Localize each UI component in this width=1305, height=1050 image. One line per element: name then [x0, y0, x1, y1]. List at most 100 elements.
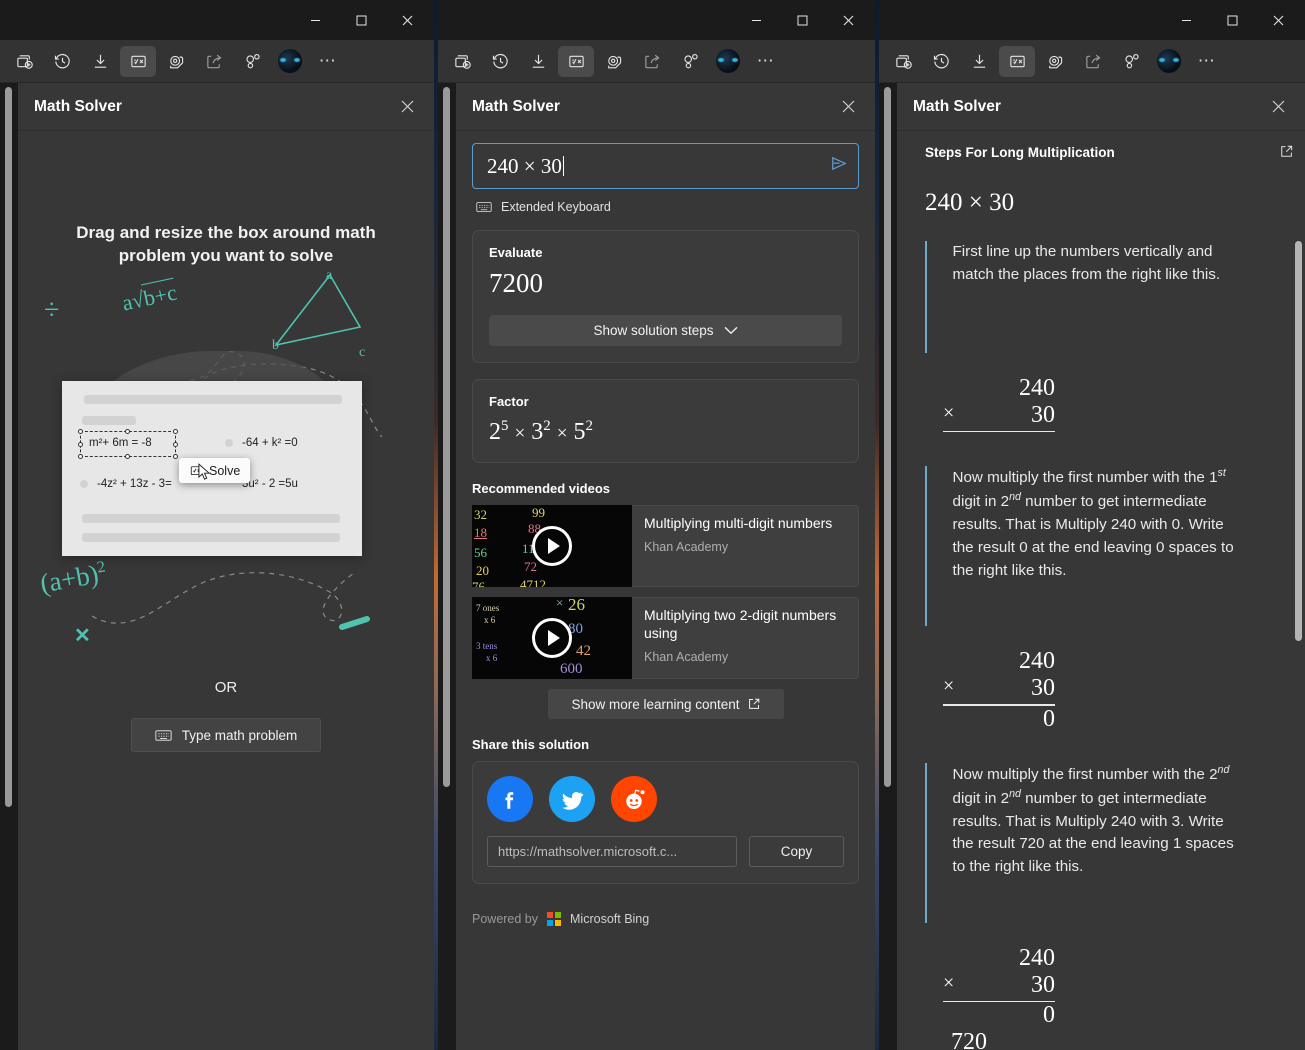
work-row-operand: × 30: [943, 402, 1055, 428]
pane-body-2: 240 × 30 Extended Keyboard Evaluate 7200…: [456, 131, 875, 1050]
sidebar-scrollbar-track-1[interactable]: [0, 83, 18, 1050]
share-heading: Share this solution: [472, 737, 590, 752]
math-solver-icon[interactable]: [999, 45, 1035, 77]
video-thumbnail[interactable]: 32 18 56 20 76 99 88 11 72 4712: [472, 505, 632, 587]
collections-icon[interactable]: [6, 46, 42, 77]
minimize-button-2[interactable]: [733, 3, 779, 37]
minimize-button-1[interactable]: [292, 3, 338, 37]
copy-button[interactable]: Copy: [749, 836, 844, 867]
work-row-top: 240: [1019, 944, 1055, 971]
close-button-3[interactable]: [1255, 3, 1301, 37]
share-box: https://mathsolver.microsoft.c... Copy: [472, 761, 859, 884]
web-capture-icon[interactable]: [596, 46, 632, 77]
show-more-learning-content-button[interactable]: Show more learning content: [547, 689, 784, 719]
text-caret: [562, 155, 564, 176]
step-text: Now multiply the first number with the 2…: [952, 763, 1234, 876]
show-more-label: Show more learning content: [571, 696, 740, 712]
more-options-icon[interactable]: ⋯: [1189, 46, 1225, 77]
content-scrollbar-thumb[interactable]: [1295, 241, 1302, 641]
sidebar-scrollbar-thumb-3[interactable]: [884, 87, 891, 787]
extended-keyboard-button[interactable]: Extended Keyboard: [476, 200, 859, 214]
profile-avatar[interactable]: [272, 46, 308, 77]
work-row-partial: 0: [1043, 705, 1055, 732]
submit-arrow-icon[interactable]: [829, 154, 848, 178]
minimize-button-3[interactable]: [1163, 3, 1209, 37]
maximize-button-1[interactable]: [338, 3, 384, 37]
share-url-input[interactable]: https://mathsolver.microsoft.c...: [487, 836, 737, 867]
web-capture-icon[interactable]: [158, 46, 194, 77]
sidebar-scrollbar-track-2[interactable]: [438, 83, 456, 1050]
vertex-label-a: a: [326, 268, 333, 284]
more-options-icon[interactable]: ⋯: [748, 46, 784, 77]
share-icon[interactable]: [1075, 46, 1111, 77]
close-button-2[interactable]: [825, 3, 871, 37]
close-button-1[interactable]: [384, 3, 430, 37]
external-link-icon: [748, 698, 759, 709]
video-meta: Multiplying multi-digit numbers Khan Aca…: [632, 505, 859, 587]
extended-keyboard-label: Extended Keyboard: [501, 200, 611, 214]
sidebar-scrollbar-thumb-2[interactable]: [443, 87, 450, 787]
video-title: Multiplying two 2-digit numbers using: [644, 607, 837, 641]
downloads-icon[interactable]: [82, 46, 118, 77]
keyboard-icon: [476, 202, 492, 212]
work-row-top: 240: [1019, 648, 1055, 675]
share-icon[interactable]: [196, 46, 232, 77]
play-icon[interactable]: [532, 526, 572, 566]
close-pane-icon-2[interactable]: [835, 94, 861, 120]
browser-essentials-icon[interactable]: [1113, 46, 1149, 77]
history-icon[interactable]: [482, 46, 518, 77]
close-pane-icon-3[interactable]: [1265, 94, 1291, 120]
chevron-down-icon: [724, 326, 738, 335]
type-math-problem-button[interactable]: Type math problem: [131, 718, 321, 753]
facebook-icon[interactable]: [487, 776, 533, 822]
twitter-icon[interactable]: [549, 776, 595, 822]
factor-term: 25: [489, 418, 509, 445]
show-solution-steps-button[interactable]: Show solution steps: [489, 315, 842, 346]
collections-icon[interactable]: [444, 46, 480, 77]
doc-equation: -64 + k² =0: [242, 437, 298, 450]
pane-body-1: Drag and resize the box around math prob…: [18, 131, 434, 1050]
profile-avatar[interactable]: [710, 46, 746, 77]
reddit-icon[interactable]: [611, 776, 657, 822]
browser-toolbar-2: ⋯: [438, 40, 875, 83]
maximize-button-2[interactable]: [779, 3, 825, 37]
maximize-button-3[interactable]: [1209, 3, 1255, 37]
factor-term: 32: [531, 418, 551, 445]
video-item[interactable]: 7 ones x 6 3 tens x 6 × 26 80 42 600 Mul…: [472, 597, 859, 679]
solve-tooltip[interactable]: Solve: [179, 458, 251, 484]
video-item[interactable]: 32 18 56 20 76 99 88 11 72 4712 Multiply…: [472, 505, 859, 587]
history-icon[interactable]: [44, 46, 80, 77]
sidebar-scrollbar-track-3[interactable]: [879, 83, 897, 1050]
type-math-problem-label: Type math problem: [181, 727, 298, 743]
browser-toolbar-1: ⋯: [0, 40, 434, 83]
math-solver-icon[interactable]: [558, 45, 594, 77]
more-options-icon[interactable]: ⋯: [310, 46, 346, 77]
document-preview-card: m²+ 6m = -8 -64 + k² =0 -4z² + 13z - 3= …: [62, 381, 362, 557]
pane-body-3: Steps For Long Multiplication 240 × 30 F…: [897, 131, 1305, 1050]
video-thumbnail[interactable]: 7 ones x 6 3 tens x 6 × 26 80 42 600: [472, 597, 632, 679]
close-pane-icon-1[interactable]: [394, 94, 420, 120]
drag-hint-text: Drag and resize the box around math prob…: [76, 223, 376, 266]
share-icon[interactable]: [634, 46, 670, 77]
multiply-operator: ×: [943, 402, 955, 424]
open-in-new-icon[interactable]: [1280, 145, 1293, 163]
play-icon[interactable]: [532, 618, 572, 658]
step-rule: [925, 762, 927, 923]
history-icon[interactable]: [923, 46, 959, 77]
downloads-icon[interactable]: [520, 46, 556, 77]
collections-icon[interactable]: [885, 46, 921, 77]
divide-doodle: ÷: [44, 295, 60, 327]
profile-avatar[interactable]: [1151, 46, 1187, 77]
window-titlebar-3: [879, 0, 1305, 40]
math-solver-icon[interactable]: [120, 45, 156, 77]
math-illustration: ÷ a√b+c a b c m²+ 6m = -8 -64 + k² =0 -4…: [32, 268, 420, 673]
downloads-icon[interactable]: [961, 46, 997, 77]
factor-separator: ×: [514, 423, 526, 444]
math-input-row[interactable]: 240 × 30: [472, 143, 859, 189]
web-capture-icon[interactable]: [1037, 46, 1073, 77]
math-input-value[interactable]: 240 × 30: [487, 154, 829, 179]
browser-essentials-icon[interactable]: [234, 46, 270, 77]
sidebar-scrollbar-thumb-1[interactable]: [5, 87, 12, 807]
video-channel: Khan Academy: [644, 539, 729, 554]
browser-essentials-icon[interactable]: [672, 46, 708, 77]
